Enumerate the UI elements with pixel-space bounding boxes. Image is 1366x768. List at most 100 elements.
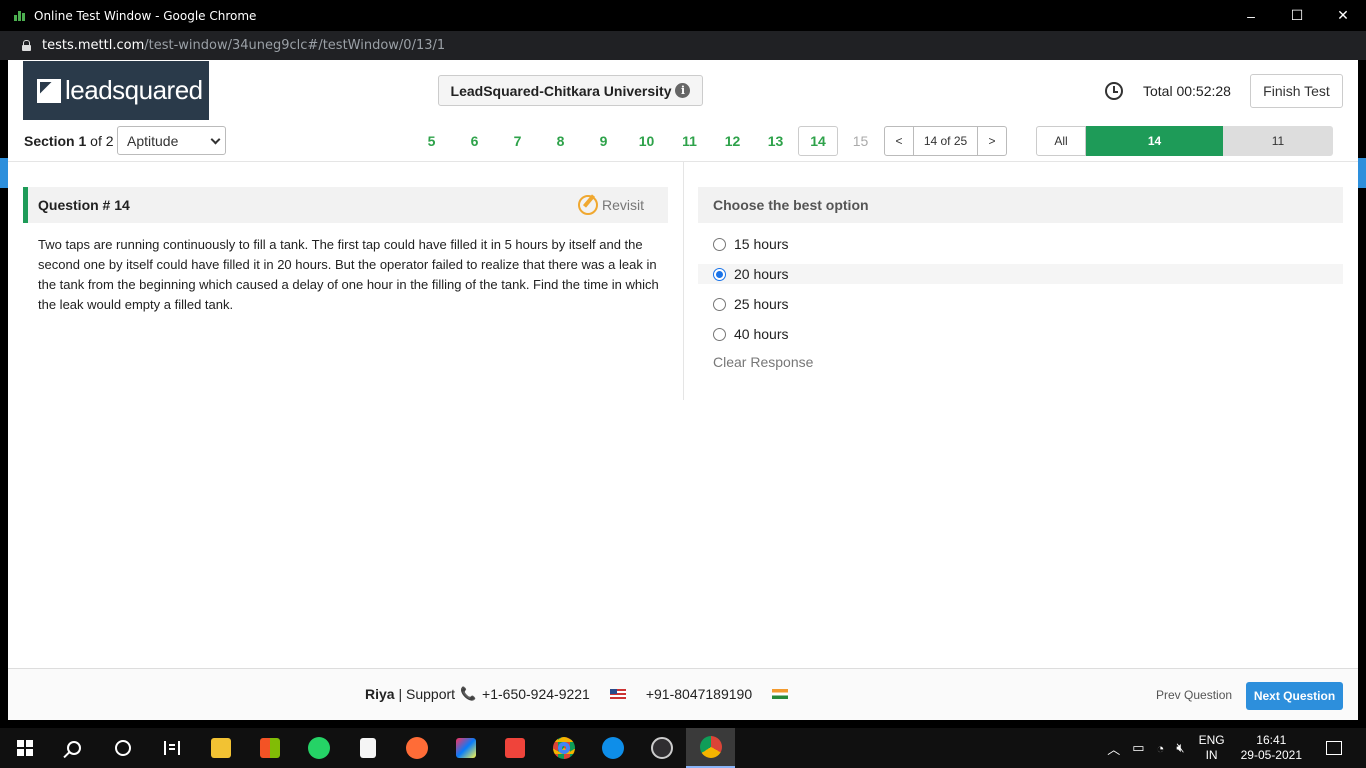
filter-unanswered-button[interactable]: 11 [1223, 126, 1333, 156]
notepad-button[interactable] [343, 728, 392, 768]
minimize-icon[interactable]: – [1228, 0, 1274, 31]
answer-option-label: 40 hours [734, 326, 789, 342]
pager-position: 14 of 25 [913, 127, 978, 155]
clock-time: 16:41 [1256, 733, 1287, 747]
maximize-icon[interactable]: ☐ [1274, 0, 1320, 31]
question-header: Question # 14 Revisit [23, 187, 668, 223]
radio-button[interactable] [713, 237, 726, 251]
chevron-down-icon [210, 134, 221, 145]
pager-next-button[interactable]: > [978, 127, 1006, 155]
anydesk-icon [504, 738, 525, 758]
taskbar-search-button[interactable] [49, 728, 98, 768]
question-number-7[interactable]: 7 [496, 126, 539, 156]
question-number-11[interactable]: 11 [668, 126, 711, 156]
address-bar[interactable]: tests.mettl.com/test-window/34uneg9clc#/… [0, 31, 1366, 60]
section-word: Section [24, 133, 75, 149]
intellij-button[interactable] [441, 728, 490, 768]
answer-option[interactable]: 20 hours [698, 264, 1343, 284]
question-number-strip: 5 6 7 8 9 10 11 12 13 14 15 [410, 126, 882, 156]
question-number-9[interactable]: 9 [582, 126, 625, 156]
next-question-button[interactable]: Next Question [1246, 682, 1343, 710]
postman-button[interactable] [392, 728, 441, 768]
question-number-5[interactable]: 5 [410, 126, 453, 156]
answer-option[interactable]: 40 hours [698, 324, 1343, 344]
answer-option[interactable]: 15 hours [698, 234, 1343, 254]
system-tray: ︿ ▭ ◔ 🔇︎ ENG IN 16:41 29-05-2021 [1101, 728, 1366, 768]
answer-option-label: 25 hours [734, 296, 789, 312]
radio-button[interactable] [713, 297, 726, 311]
chrome-button[interactable] [539, 728, 588, 768]
anydesk-button[interactable] [490, 728, 539, 768]
section-number: 1 [78, 133, 87, 149]
question-number-8[interactable]: 8 [539, 126, 582, 156]
filter-answered-button[interactable]: 14 [1086, 126, 1223, 156]
whatsapp-button[interactable] [294, 728, 343, 768]
answer-panel: Choose the best option 15 hours 20 hours 2… [698, 187, 1343, 370]
close-icon[interactable]: ✕ [1320, 0, 1366, 31]
candidate-name: Riya [365, 686, 395, 702]
browser-title-bar: Online Test Window - Google Chrome – ☐ ✕ [0, 0, 1366, 31]
leadsquared-logo: leadsquared [23, 61, 209, 120]
obs-icon [650, 737, 673, 759]
radio-button[interactable] [713, 327, 726, 341]
url-path: /test-window/34uneg9clc#/testWindow/0/13… [144, 38, 446, 53]
language-bottom: IN [1205, 748, 1218, 762]
section-of: of 2 [90, 133, 114, 149]
question-number-13[interactable]: 13 [754, 126, 797, 156]
question-number-12[interactable]: 12 [711, 126, 754, 156]
info-icon[interactable]: i [675, 83, 691, 98]
teamviewer-icon [601, 737, 624, 759]
start-button[interactable] [0, 728, 49, 768]
language-indicator[interactable]: ENG IN [1199, 733, 1225, 763]
phone-icon: 📞 [460, 686, 477, 701]
lock-icon [22, 40, 31, 51]
window-title: Online Test Window - Google Chrome [34, 8, 257, 23]
teamviewer-button[interactable] [588, 728, 637, 768]
panel-divider [683, 162, 684, 400]
prev-question-button[interactable]: Prev Question [1156, 688, 1232, 702]
radio-button[interactable] [713, 267, 726, 281]
task-view-button[interactable] [147, 728, 196, 768]
question-number-14[interactable]: 14 [798, 126, 838, 156]
test-name-badge[interactable]: LeadSquared-Chitkara University i [438, 75, 703, 106]
right-edge-strip [1358, 158, 1366, 188]
clock-icon [1105, 82, 1123, 100]
store-button[interactable] [245, 728, 294, 768]
left-edge-strip [0, 158, 8, 188]
pager-prev-button[interactable]: < [885, 127, 913, 155]
test-header: leadsquared LeadSquared-Chitkara Univers… [8, 60, 1358, 122]
filter-all-button[interactable]: All [1036, 126, 1086, 156]
answer-option-label: 20 hours [734, 266, 789, 282]
tray-chevron-up-icon[interactable]: ︿ [1107, 739, 1120, 758]
folder-icon [210, 738, 231, 758]
answer-option-label: 15 hours [734, 236, 789, 252]
volume-muted-icon[interactable]: 🔇︎ [1176, 740, 1184, 756]
question-filter: All 14 11 [1036, 126, 1333, 156]
section-dropdown-value: Aptitude [127, 132, 179, 149]
cortana-button[interactable] [98, 728, 147, 768]
taskbar-clock[interactable]: 16:41 29-05-2021 [1241, 733, 1302, 763]
cortana-icon [114, 740, 131, 756]
logo-mark-icon [37, 78, 61, 103]
search-icon [66, 741, 81, 755]
revisit-button[interactable]: Revisit [577, 195, 644, 215]
logo-text: leadsquared [65, 75, 203, 105]
question-number-6[interactable]: 6 [453, 126, 496, 156]
battery-icon[interactable]: ▭ [1132, 740, 1144, 756]
support-phone-in: +91-8047189190 [645, 686, 753, 702]
file-explorer-button[interactable] [196, 728, 245, 768]
question-number-15[interactable]: 15 [839, 126, 882, 156]
section-dropdown[interactable]: Aptitude [117, 126, 226, 155]
intellij-icon [455, 738, 476, 758]
question-number-10[interactable]: 10 [625, 126, 668, 156]
clear-response-button[interactable]: Clear Response [698, 354, 1343, 370]
support-label: | Support [398, 686, 456, 702]
question-panel: Question # 14 Revisit Two taps are runni… [23, 187, 668, 315]
url-text[interactable]: tests.mettl.com/test-window/34uneg9clc#/… [42, 38, 445, 53]
notification-icon[interactable] [1326, 741, 1342, 755]
wifi-icon[interactable]: ◔ [1157, 741, 1165, 756]
chrome-active-window-button[interactable] [686, 728, 735, 768]
finish-test-button[interactable]: Finish Test [1250, 74, 1343, 108]
answer-option[interactable]: 25 hours [698, 294, 1343, 314]
obs-button[interactable] [637, 728, 686, 768]
